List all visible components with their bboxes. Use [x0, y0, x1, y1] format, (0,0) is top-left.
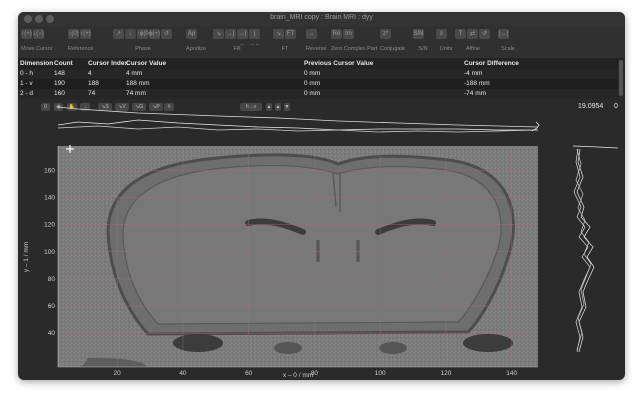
x-tick-labels: 20 40 60 80 100 120 140 — [114, 370, 518, 377]
x-tick-label: 140 — [506, 370, 517, 377]
y-tick-label: 160 — [44, 167, 55, 174]
x-axis-label: x – 0 / mm — [283, 372, 313, 379]
y-axis-label: y – 1 / mm — [23, 242, 30, 272]
vertical-projection — [572, 145, 619, 353]
y-tick-label: 140 — [44, 195, 55, 202]
x-tick-label: 20 — [114, 370, 122, 377]
x-tick-label: 40 — [179, 370, 187, 377]
app-window: brain_MRI copy : Brain MRI : dyy ↑(+) ↓(−… — [18, 12, 625, 380]
x-tick-label: 100 — [375, 370, 386, 377]
x-tick-label: 120 — [441, 370, 452, 377]
y-tick-label: 60 — [48, 303, 56, 310]
horizontal-projection — [57, 106, 540, 133]
y-tick-label: 100 — [44, 249, 55, 256]
mri-image — [58, 146, 538, 367]
y-tick-label: 80 — [48, 276, 56, 283]
y-tick-label: 120 — [44, 222, 55, 229]
y-tick-label: 40 — [48, 330, 56, 337]
y-tick-labels: 40 60 80 100 120 140 160 — [44, 167, 55, 337]
x-tick-label: 60 — [245, 370, 253, 377]
plot-canvas: 20 40 60 80 100 120 140 40 60 80 100 120 140 160 x –… — [23, 106, 619, 379]
